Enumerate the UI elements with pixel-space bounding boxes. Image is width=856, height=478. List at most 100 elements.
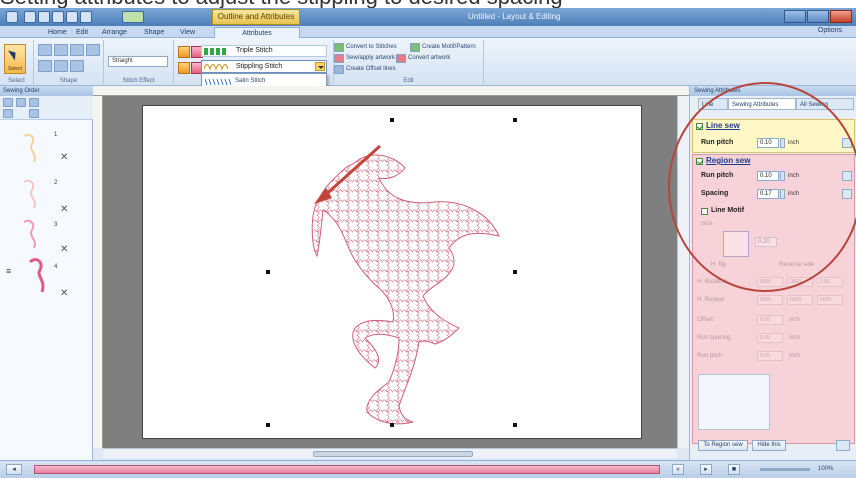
selection-handle-bottom-right[interactable] <box>513 423 517 427</box>
order-last-icon[interactable] <box>29 109 39 118</box>
thumb-3-icon[interactable] <box>16 216 50 250</box>
window-title: Untitled - Layout & Editing <box>468 12 561 21</box>
offset-unit: inch <box>789 317 801 323</box>
instruction-caption: Setting attributes to adjust the stippli… <box>0 0 856 8</box>
options-link[interactable]: Options <box>818 27 842 34</box>
group-label-select: Select <box>8 78 25 84</box>
tab-sewing-attributes[interactable]: Sewing Attributes <box>728 98 796 110</box>
close-button[interactable] <box>830 10 852 23</box>
tab-attributes[interactable]: Attributes <box>214 27 300 38</box>
region-pitch-spinner[interactable] <box>780 171 785 181</box>
convert-to-stitches-button[interactable]: Convert to Stitches <box>346 44 397 50</box>
line-pitch-spinner[interactable] <box>780 138 785 148</box>
select-tool-label: Select <box>8 66 22 72</box>
thumb-1-icon[interactable] <box>16 130 50 164</box>
thumb-number-4: 4 <box>54 264 58 270</box>
region-sew-icon[interactable] <box>178 62 190 74</box>
tab-arrange[interactable]: Arrange <box>98 27 131 38</box>
thumb-2-icon[interactable] <box>16 176 50 210</box>
hide-button[interactable]: Hide this <box>752 440 786 451</box>
convert-artwork-button[interactable]: Convert artwork <box>408 55 450 61</box>
order-first-icon[interactable] <box>3 109 13 118</box>
create-offset-button[interactable]: Create Offset lines <box>346 66 396 72</box>
create-pattern-button[interactable]: Create Motif/Pattern <box>422 44 476 50</box>
horizontal-scroll-thumb[interactable] <box>313 451 473 457</box>
apply-artwork-icon <box>334 54 344 63</box>
rewind-icon[interactable]: « <box>672 464 684 475</box>
selection-handle-bottom[interactable] <box>390 423 394 427</box>
tab-home[interactable]: Home <box>44 27 71 38</box>
region-sew-type-combo[interactable]: Stippling Stitch <box>201 60 327 73</box>
maximize-button[interactable] <box>807 10 829 23</box>
line-pitch-label: Run pitch <box>701 139 734 146</box>
drag-grip-icon[interactable]: ≡ <box>6 266 11 276</box>
line-sew-checkbox[interactable] <box>696 123 703 130</box>
pattern-icon <box>410 43 420 52</box>
layout-icon[interactable] <box>122 11 144 23</box>
line-pitch-reset-icon[interactable] <box>842 138 852 148</box>
select-tool-button[interactable]: Select <box>4 44 26 74</box>
rectangle-tool-icon[interactable] <box>38 60 52 72</box>
thumb-4-icon[interactable] <box>22 256 52 296</box>
sewing-attributes-panel: Sewing Attributes Line Sewing Attributes… <box>689 86 856 460</box>
run-spacing-input: 0.00 <box>757 333 783 343</box>
line-motif-checkbox[interactable] <box>701 208 708 215</box>
selection-handle-bottom-left[interactable] <box>266 423 270 427</box>
save-icon[interactable] <box>52 11 64 23</box>
order-down-icon[interactable] <box>29 98 39 107</box>
tab-edit[interactable]: Edit <box>72 27 92 38</box>
line-tool-icon[interactable] <box>70 44 84 56</box>
selection-handle-left[interactable] <box>266 270 270 274</box>
line-pitch-input[interactable]: 0.10 <box>757 138 779 148</box>
tab-line[interactable]: Line <box>698 98 728 110</box>
apply-artwork-button[interactable]: Sew/apply artwork <box>346 55 395 61</box>
node-tool-icon[interactable] <box>54 44 68 56</box>
tab-view[interactable]: View <box>176 27 199 38</box>
flamingo-design[interactable] <box>143 106 643 440</box>
spacing-input[interactable]: 0.17 <box>757 189 779 199</box>
text-tool-icon[interactable] <box>70 60 84 72</box>
spacing-spinner[interactable] <box>780 189 785 199</box>
spacing-reset-icon[interactable] <box>842 189 852 199</box>
motif-size-label: Size <box>701 221 713 227</box>
stippling-swatch-icon <box>204 63 228 71</box>
app-menu-icon[interactable] <box>6 11 18 23</box>
tab-all-sewing[interactable]: All Sewing <box>796 98 854 110</box>
shape-tool-icon[interactable] <box>38 44 52 56</box>
chevron-down-icon[interactable] <box>315 62 325 71</box>
new-file-icon[interactable] <box>24 11 36 23</box>
thread-color-track[interactable] <box>34 465 660 474</box>
group-label-effect: Stitch Effect <box>122 78 155 84</box>
design-sheet[interactable] <box>142 105 642 439</box>
convert-artwork-icon <box>396 54 406 63</box>
horizontal-scrollbar[interactable] <box>103 448 677 458</box>
region-sew-checkbox[interactable] <box>696 158 703 165</box>
undo-icon[interactable] <box>66 11 78 23</box>
redo-icon[interactable] <box>80 11 92 23</box>
effect-combo[interactable]: Straight <box>108 56 168 67</box>
stop-icon[interactable]: ■ <box>728 464 740 475</box>
vertical-scrollbar[interactable] <box>677 96 689 448</box>
selection-handle-top-right[interactable] <box>513 118 517 122</box>
annotation-arrow-icon <box>314 144 382 204</box>
open-file-icon[interactable] <box>38 11 50 23</box>
minimize-button[interactable] <box>784 10 806 23</box>
region-pitch-reset-icon[interactable] <box>842 171 852 181</box>
status-left-icon[interactable]: ◂ <box>6 464 22 475</box>
play-icon[interactable]: ▸ <box>700 464 712 475</box>
selection-handle-right[interactable] <box>513 270 517 274</box>
selection-handle-top[interactable] <box>390 118 394 122</box>
curve-tool-icon[interactable] <box>86 44 100 56</box>
tab-shape[interactable]: Shape <box>140 27 168 38</box>
region-pitch-input[interactable]: 0.10 <box>757 171 779 181</box>
preview-toggle-icon[interactable] <box>836 440 850 451</box>
line-sew-type-combo[interactable]: Triple Stitch <box>201 45 327 57</box>
order-up-icon[interactable] <box>16 98 26 107</box>
zoom-slider[interactable] <box>760 468 810 471</box>
line-color-icon[interactable] <box>178 46 190 58</box>
to-region-sew-button[interactable]: To Region sew <box>698 440 748 451</box>
offset-icon <box>334 65 344 74</box>
order-tool-icon[interactable] <box>3 98 13 107</box>
ellipse-tool-icon[interactable] <box>54 60 68 72</box>
run-spacing-unit: inch <box>789 335 801 341</box>
